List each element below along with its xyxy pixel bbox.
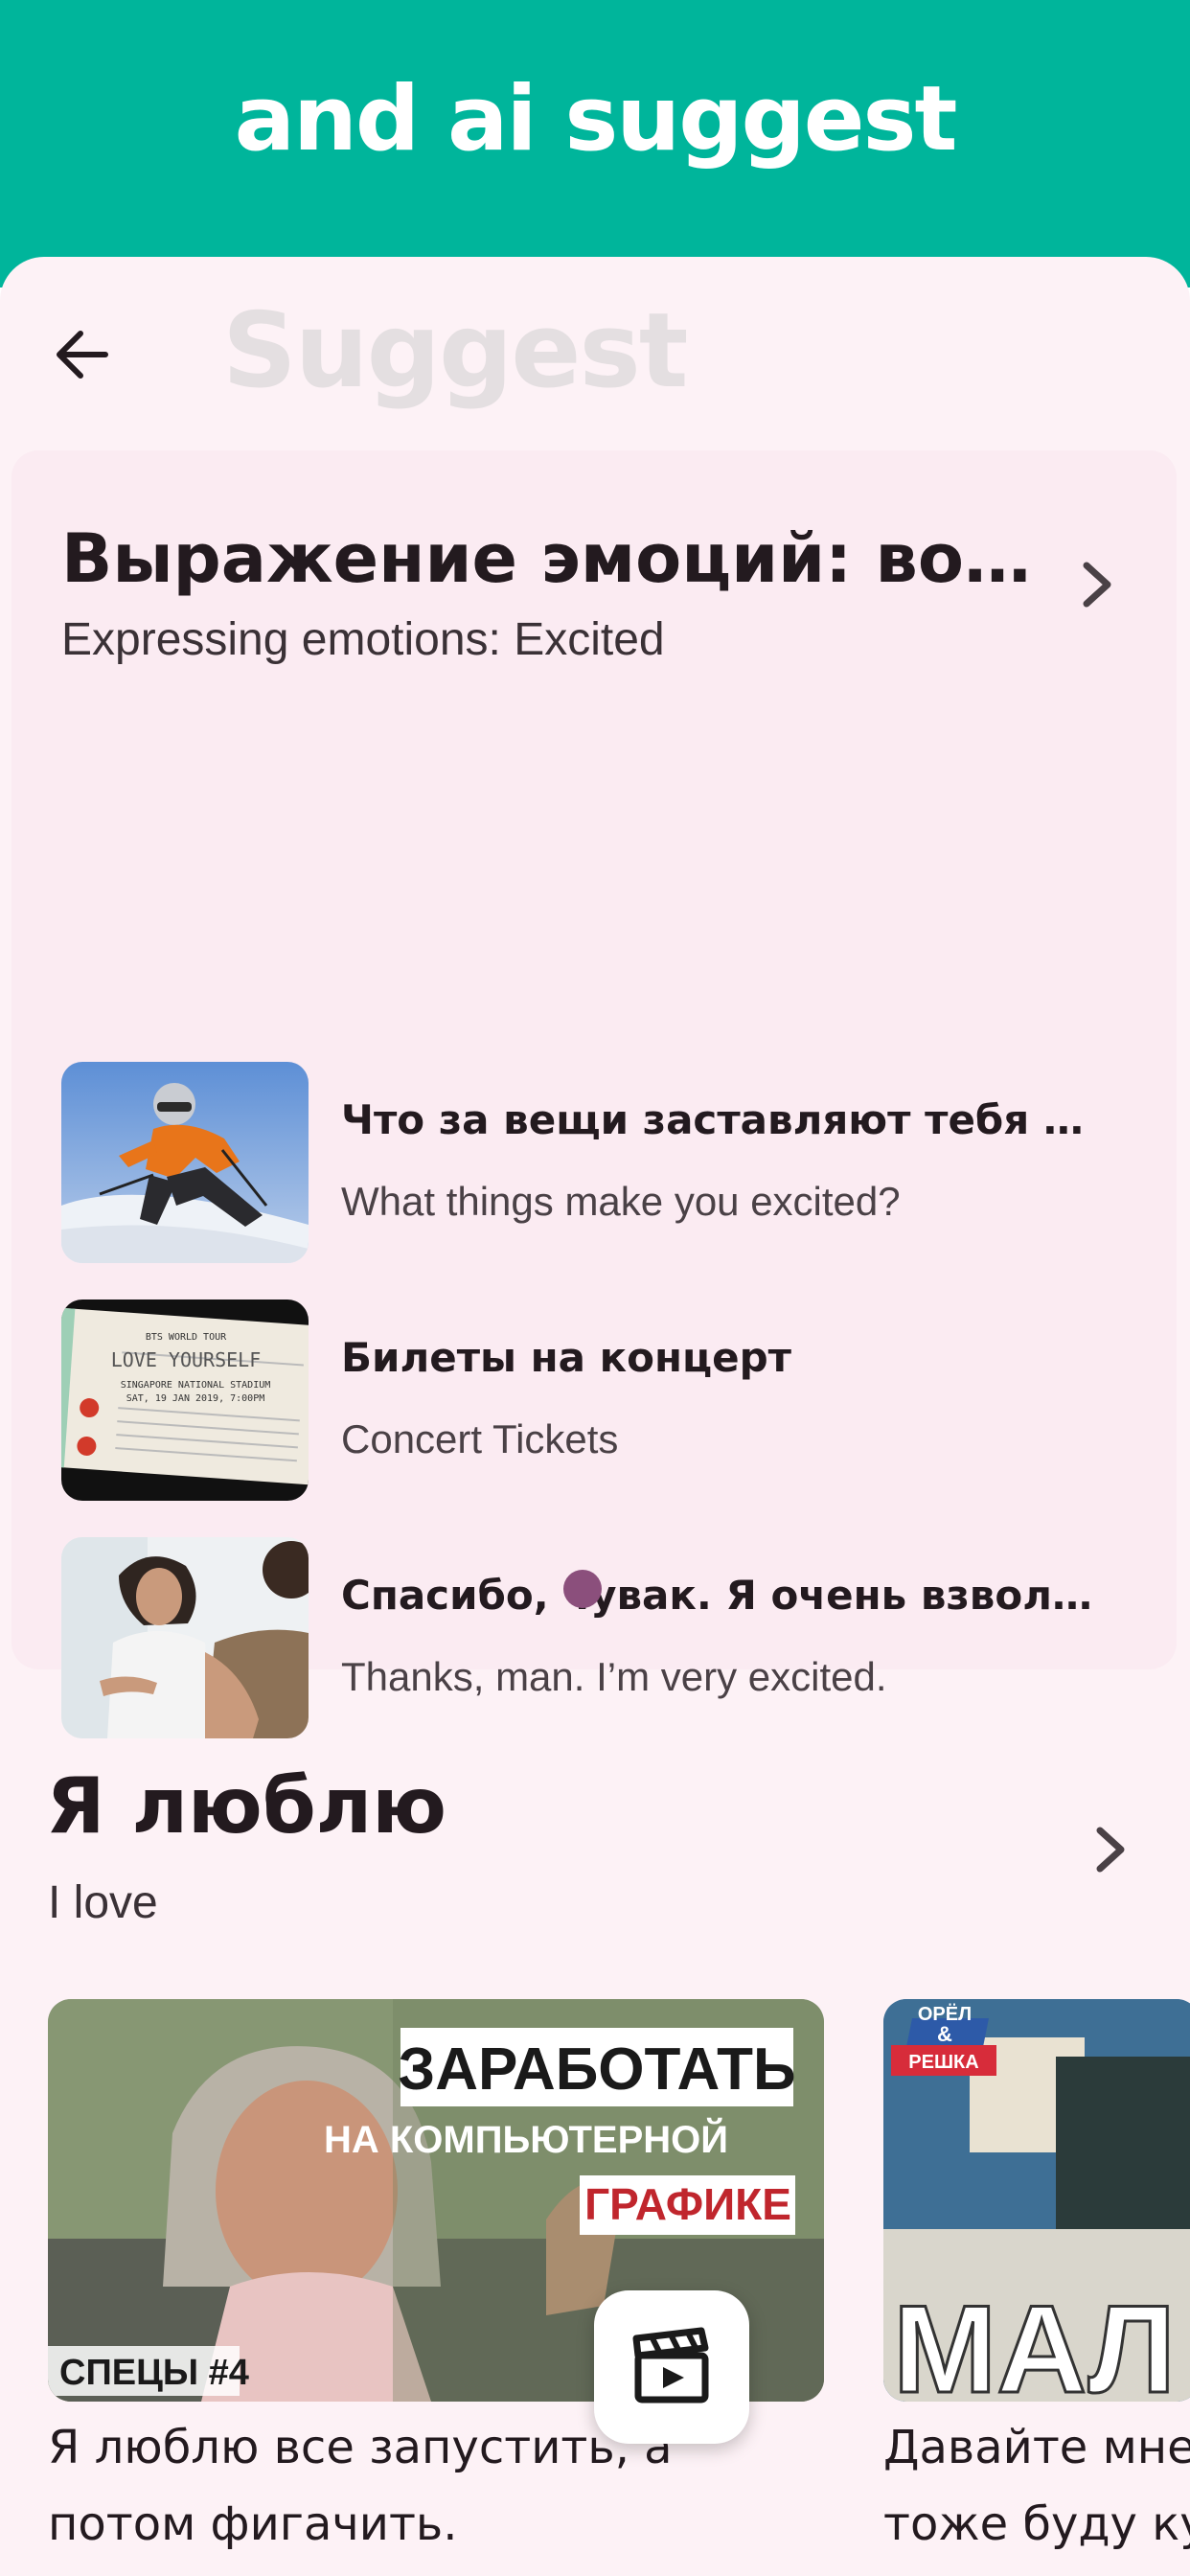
conversation-photo <box>61 1537 309 1738</box>
item-title-ru: Спасибо, чувак. Я очень взволнован. <box>341 1572 1108 1619</box>
video-caption[interactable]: Давайте мне тоже буду ку <box>883 2409 1190 2563</box>
video-thumbnail[interactable]: ОРЁЛ & РЕШКА МАЛ <box>883 1999 1190 2402</box>
promo-banner: and ai suggest <box>0 0 1190 288</box>
app-screen: Suggest Выражение эмоций: возбуждение Ex… <box>0 257 1190 2576</box>
list-item[interactable]: Что за вещи заставляют тебя волноваться?… <box>61 1062 1134 1263</box>
item-title-en: Concert Tickets <box>341 1416 619 1461</box>
thumb-line-1: ЗАРАБОТАТЬ <box>398 2036 795 2103</box>
chevron-right-icon <box>1083 562 1111 608</box>
clapperboard-icon <box>632 2327 709 2404</box>
lesson-card-subtitle: Expressing emotions: Excited <box>61 614 665 665</box>
thumb-big-text: МАЛ <box>893 2279 1176 2402</box>
video-caption-line: тоже буду ку <box>883 2497 1190 2551</box>
item-title-ru: Билеты на концерт <box>341 1334 792 1381</box>
arrow-left-icon <box>57 331 108 379</box>
ticket-line-3: SINGAPORE NATIONAL STADIUM <box>121 1380 271 1391</box>
item-title-ru: Что за вещи заставляют тебя волноваться? <box>341 1096 1108 1143</box>
list-item[interactable]: BTS WORLD TOUR LOVE YOURSELF SINGAPORE N… <box>61 1300 1134 1501</box>
concert-tickets-photo: BTS WORLD TOUR LOVE YOURSELF SINGAPORE N… <box>61 1300 309 1501</box>
section-chevron[interactable] <box>1083 1811 1140 1888</box>
page-indicator-dot[interactable] <box>563 1570 602 1608</box>
skier-photo <box>61 1062 309 1263</box>
banner-title: and ai suggest <box>234 67 958 172</box>
chevron-right-icon <box>1096 1827 1125 1873</box>
video-mode-button[interactable] <box>594 2290 749 2444</box>
video-caption-line: Давайте мне <box>883 2421 1190 2474</box>
page-title: Suggest <box>222 291 688 411</box>
thumb-line-3: ГРАФИКЕ <box>584 2179 791 2229</box>
section-title: Я люблю <box>46 1761 447 1851</box>
lesson-card-chevron[interactable] <box>1069 546 1127 623</box>
item-title-en: Thanks, man. I’m very excited. <box>341 1654 887 1699</box>
thumb-logo-amp: & <box>937 2022 952 2046</box>
thumb-logo-bottom: РЕШКА <box>908 2052 978 2073</box>
lesson-card[interactable]: Выражение эмоций: возбуждение Expressing… <box>11 450 1177 1738</box>
back-button[interactable] <box>50 316 126 393</box>
item-title-en: What things make you excited? <box>341 1179 901 1224</box>
video-caption-line: потом фигачить. <box>48 2497 458 2551</box>
list-item[interactable]: Спасибо, чувак. Я очень взволнован. Than… <box>61 1537 1134 1738</box>
ticket-line-2: LOVE YOURSELF <box>111 1348 262 1371</box>
thumb-line-2: НА КОМПЬЮТЕРНОЙ <box>324 2117 728 2161</box>
lesson-card-title: Выражение эмоций: возбуждение <box>61 519 1058 598</box>
section-subtitle: I love <box>48 1877 158 1928</box>
ticket-line-1: BTS WORLD TOUR <box>146 1332 227 1343</box>
ticket-line-4: SAT, 19 JAN 2019, 7:00PM <box>126 1393 265 1404</box>
thumb-tag: СПЕЦЫ #4 <box>59 2353 249 2393</box>
